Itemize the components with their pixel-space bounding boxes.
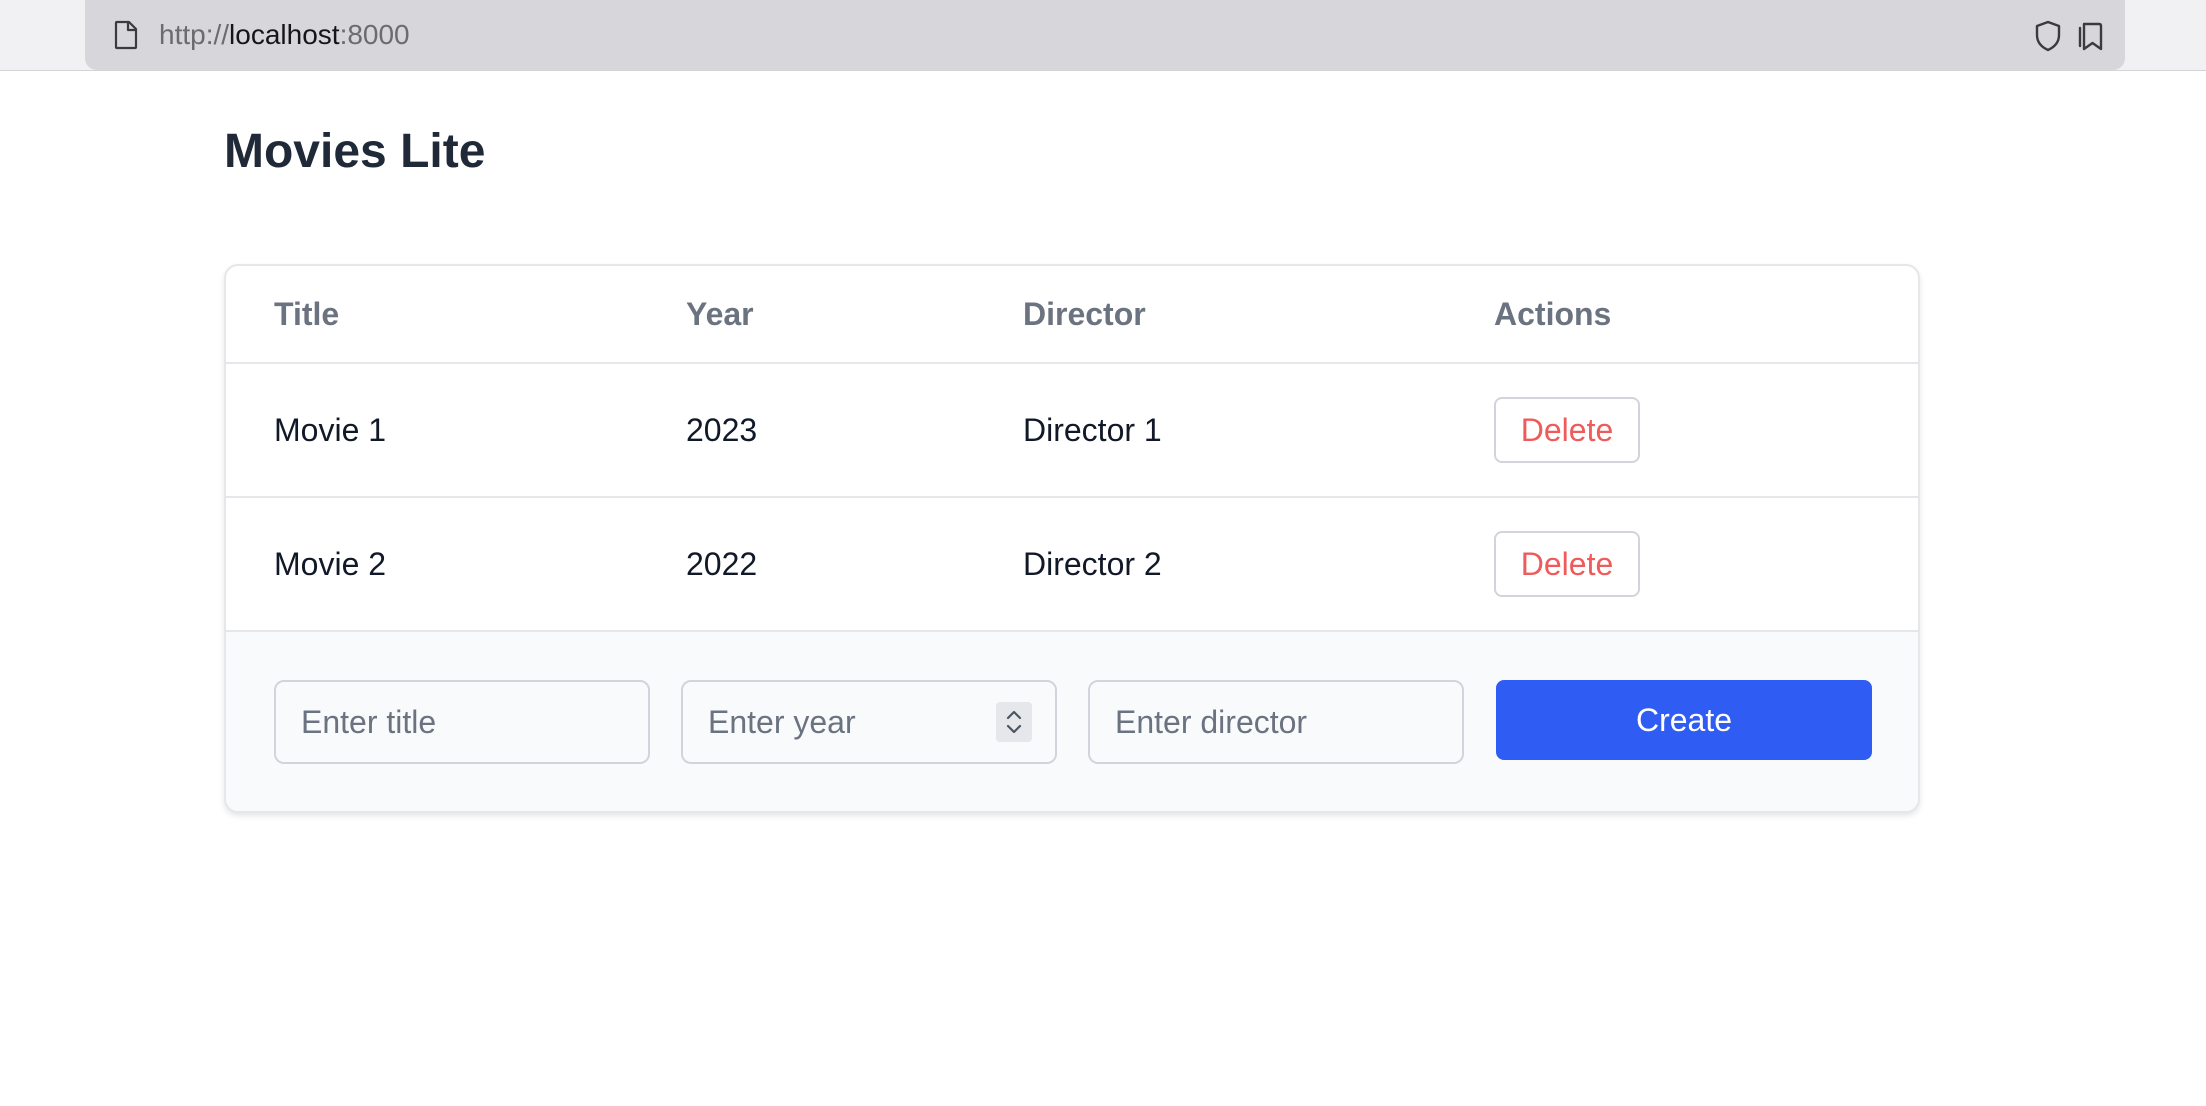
- create-button[interactable]: Create: [1496, 680, 1872, 760]
- url-host: localhost: [229, 19, 340, 50]
- column-header-actions: Actions: [1494, 295, 1612, 332]
- cell-title: Movie 1: [274, 411, 387, 448]
- director-input[interactable]: [1088, 680, 1464, 764]
- table-header-row: Title Year Director Actions: [226, 266, 1918, 364]
- column-header-director: Director: [1023, 295, 1146, 332]
- url-text[interactable]: http://localhost:8000: [159, 18, 410, 52]
- address-bar[interactable]: http://localhost:8000: [85, 0, 2125, 70]
- url-scheme: http://: [159, 19, 230, 50]
- column-header-title: Title: [274, 295, 340, 332]
- bookmark-icon[interactable]: [2075, 19, 2105, 53]
- page-title: Movies Lite: [224, 125, 486, 178]
- cell-director: Director 1: [1023, 411, 1162, 448]
- url-port: :8000: [339, 19, 410, 50]
- cell-year: 2022: [686, 545, 758, 582]
- table-row: Movie 1 2023 Director 1 Delete: [226, 364, 1918, 498]
- cell-year: 2023: [686, 411, 758, 448]
- delete-button[interactable]: Delete: [1494, 531, 1640, 597]
- table-row: Movie 2 2022 Director 2 Delete: [226, 498, 1918, 632]
- cell-actions: Delete: [1494, 498, 1640, 630]
- page-icon: [114, 20, 138, 50]
- browser-toolbar: http://localhost:8000: [0, 0, 2206, 71]
- add-movie-form: Create: [226, 632, 1918, 811]
- cell-director: Director 2: [1023, 545, 1162, 582]
- title-input[interactable]: [274, 680, 650, 764]
- delete-button[interactable]: Delete: [1494, 397, 1640, 463]
- column-header-year: Year: [686, 295, 754, 332]
- shield-icon[interactable]: [2033, 19, 2063, 53]
- cell-title: Movie 2: [274, 545, 387, 582]
- movies-table-card: Title Year Director Actions Movie 1 2023…: [224, 264, 1920, 813]
- year-stepper-icon[interactable]: [996, 702, 1032, 742]
- cell-actions: Delete: [1494, 364, 1640, 496]
